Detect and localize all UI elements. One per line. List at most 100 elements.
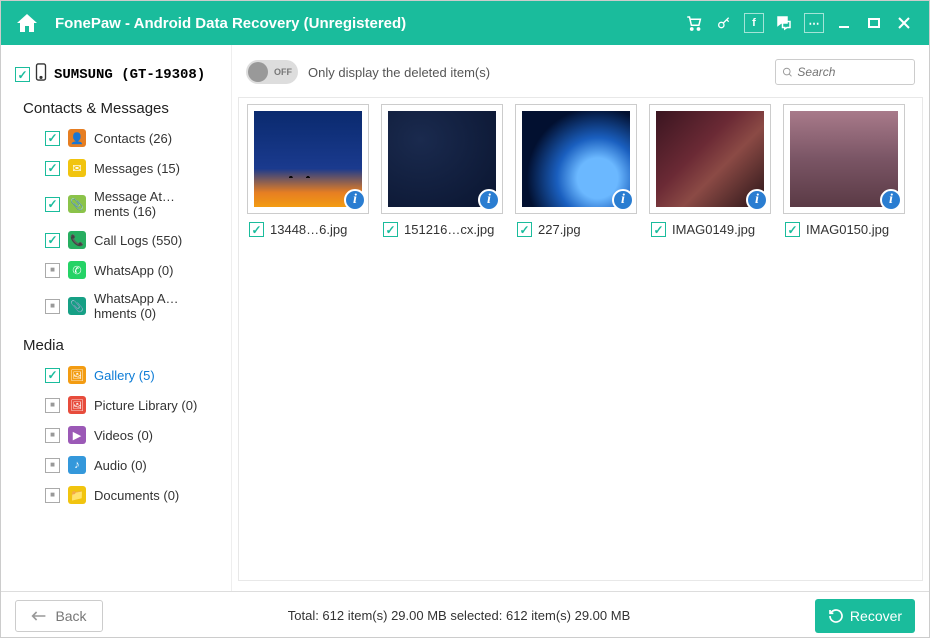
back-label: Back (55, 608, 86, 624)
status-text: Total: 612 item(s) 29.00 MB selected: 61… (119, 608, 799, 623)
picture-icon: 🖼 (68, 396, 86, 414)
nav-message-attachments[interactable]: 📎 Message At…ments (16) (9, 183, 223, 225)
call-icon: 📞 (68, 231, 86, 249)
phone-icon (34, 63, 48, 86)
nav-label: Documents (0) (94, 488, 179, 503)
checkbox[interactable] (45, 398, 60, 413)
thumbnail-frame[interactable]: i (247, 104, 369, 214)
nav-documents[interactable]: 📁 Documents (0) (9, 480, 223, 510)
app-title: FonePaw - Android Data Recovery (Unregis… (55, 15, 406, 32)
audio-icon: ♪ (68, 456, 86, 474)
toggle-label: OFF (274, 67, 292, 77)
checkbox[interactable] (45, 368, 60, 383)
footer: Back Total: 612 item(s) 29.00 MB selecte… (1, 591, 929, 639)
thumbnail-item[interactable]: i 13448…6.jpg (247, 104, 369, 245)
thumbnail-filename: 151216…cx.jpg (404, 222, 494, 237)
cart-icon[interactable] (681, 10, 707, 36)
toggle-knob (248, 62, 268, 82)
attachment-icon: 📎 (68, 195, 86, 213)
device-name: SUMSUNG (GT-19308) (54, 67, 205, 83)
gallery-icon: 🖼 (68, 366, 86, 384)
thumbnail-filename: 13448…6.jpg (270, 222, 347, 237)
thumbnail-checkbox[interactable] (249, 222, 264, 237)
nav-label: WhatsApp (0) (94, 263, 173, 278)
thumbnail-frame[interactable]: i (515, 104, 637, 214)
thumbnail-checkbox[interactable] (383, 222, 398, 237)
nav-label: Contacts (26) (94, 131, 172, 146)
checkbox[interactable] (45, 458, 60, 473)
nav-label: Call Logs (550) (94, 233, 182, 248)
whatsapp-icon: ✆ (68, 261, 86, 279)
menu-icon[interactable]: ⋯ (801, 10, 827, 36)
nav-label: Audio (0) (94, 458, 147, 473)
device-checkbox[interactable] (15, 67, 30, 82)
checkbox[interactable] (45, 263, 60, 278)
thumbnail-filename: IMAG0150.jpg (806, 222, 889, 237)
nav-call-logs[interactable]: 📞 Call Logs (550) (9, 225, 223, 255)
home-icon[interactable] (11, 7, 43, 39)
search-input[interactable] (797, 65, 908, 79)
nav-whatsapp[interactable]: ✆ WhatsApp (0) (9, 255, 223, 285)
recover-icon (828, 608, 844, 624)
thumbnail-grid: i 13448…6.jpg i 151216…cx.jpg (238, 97, 923, 581)
nav-contacts[interactable]: 👤 Contacts (26) (9, 123, 223, 153)
messages-icon: ✉ (68, 159, 86, 177)
search-box[interactable] (775, 59, 915, 85)
whatsapp-att-icon: 📎 (68, 297, 86, 315)
key-icon[interactable] (711, 10, 737, 36)
checkbox[interactable] (45, 299, 60, 314)
nav-videos[interactable]: ▶ Videos (0) (9, 420, 223, 450)
feedback-icon[interactable] (771, 10, 797, 36)
folder-icon: 📁 (68, 486, 86, 504)
checkbox[interactable] (45, 428, 60, 443)
nav-gallery[interactable]: 🖼 Gallery (5) (9, 360, 223, 390)
nav-messages[interactable]: ✉ Messages (15) (9, 153, 223, 183)
checkbox[interactable] (45, 161, 60, 176)
recover-button[interactable]: Recover (815, 599, 915, 633)
checkbox[interactable] (45, 131, 60, 146)
thumbnail-item[interactable]: i 151216…cx.jpg (381, 104, 503, 245)
nav-label: WhatsApp A…hments (0) (94, 291, 209, 321)
info-icon[interactable]: i (478, 189, 500, 211)
device-row[interactable]: SUMSUNG (GT-19308) (9, 59, 223, 90)
section-contacts: Contacts & Messages (9, 90, 223, 123)
nav-audio[interactable]: ♪ Audio (0) (9, 450, 223, 480)
thumbnail-frame[interactable]: i (381, 104, 503, 214)
info-icon[interactable]: i (344, 189, 366, 211)
thumbnail-frame[interactable]: i (649, 104, 771, 214)
search-icon (782, 66, 793, 79)
nav-label: Gallery (5) (94, 368, 155, 383)
thumbnail-item[interactable]: i IMAG0150.jpg (783, 104, 905, 245)
recover-label: Recover (850, 608, 902, 624)
titlebar: FonePaw - Android Data Recovery (Unregis… (1, 1, 929, 45)
back-button[interactable]: Back (15, 600, 103, 632)
thumbnail-frame[interactable]: i (783, 104, 905, 214)
thumbnail-checkbox[interactable] (517, 222, 532, 237)
thumbnail-item[interactable]: i 227.jpg (515, 104, 637, 245)
thumbnail-checkbox[interactable] (651, 222, 666, 237)
maximize-button[interactable] (861, 10, 887, 36)
deleted-only-toggle[interactable]: OFF (246, 60, 298, 84)
deleted-only-text: Only display the deleted item(s) (308, 65, 490, 80)
nav-label: Picture Library (0) (94, 398, 197, 413)
close-button[interactable] (891, 10, 917, 36)
thumbnail-checkbox[interactable] (785, 222, 800, 237)
nav-label: Message At…ments (16) (94, 189, 209, 219)
facebook-icon[interactable]: f (741, 10, 767, 36)
nav-picture-library[interactable]: 🖼 Picture Library (0) (9, 390, 223, 420)
section-media: Media (9, 327, 223, 360)
info-icon[interactable]: i (612, 189, 634, 211)
nav-whatsapp-attachments[interactable]: 📎 WhatsApp A…hments (0) (9, 285, 223, 327)
checkbox[interactable] (45, 197, 60, 212)
checkbox[interactable] (45, 233, 60, 248)
info-icon[interactable]: i (880, 189, 902, 211)
info-icon[interactable]: i (746, 189, 768, 211)
thumbnail-item[interactable]: i IMAG0149.jpg (649, 104, 771, 245)
minimize-button[interactable] (831, 10, 857, 36)
sidebar: SUMSUNG (GT-19308) Contacts & Messages 👤… (1, 45, 231, 591)
nav-label: Videos (0) (94, 428, 153, 443)
checkbox[interactable] (45, 488, 60, 503)
contacts-icon: 👤 (68, 129, 86, 147)
arrow-left-icon (31, 610, 47, 622)
thumbnail-filename: 227.jpg (538, 222, 581, 237)
